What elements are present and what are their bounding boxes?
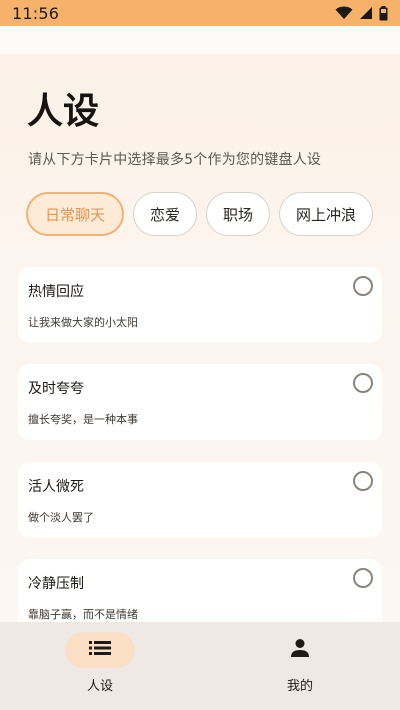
chip-surfing[interactable]: 网上冲浪 bbox=[279, 192, 374, 236]
top-strip bbox=[0, 26, 400, 54]
radio-button[interactable] bbox=[353, 568, 373, 588]
signal-icon bbox=[359, 6, 373, 20]
card-title: 活人微死 bbox=[28, 479, 84, 495]
card-desc: 让我来做大家的小太阳 bbox=[28, 316, 138, 329]
card-desc: 靠脑子赢，而不是情绪 bbox=[28, 608, 138, 621]
persona-card[interactable]: 活人微死 做个淡人罢了 bbox=[18, 462, 382, 538]
battery-icon bbox=[379, 5, 388, 21]
nav-item-persona[interactable]: 人设 bbox=[0, 632, 200, 702]
chip-romance[interactable]: 恋爱 bbox=[133, 192, 198, 236]
nav-pill bbox=[265, 632, 335, 668]
page-title: 人设 bbox=[27, 91, 100, 132]
card-desc: 做个淡人罢了 bbox=[28, 511, 94, 524]
card-title: 热情回应 bbox=[28, 284, 84, 300]
persona-card[interactable]: 冷静压制 靠脑子赢，而不是情绪 bbox=[18, 559, 382, 622]
wifi-icon bbox=[335, 6, 353, 20]
person-icon bbox=[290, 638, 310, 662]
nav-label: 人设 bbox=[86, 679, 113, 694]
bottom-nav: 人设 我的 bbox=[0, 622, 400, 710]
category-chips: 日常聊天 恋爱 职场 网上冲浪 bbox=[26, 192, 374, 238]
status-bar: 11:56 bbox=[0, 0, 400, 26]
card-title: 及时夸夸 bbox=[28, 381, 84, 397]
persona-card[interactable]: 及时夸夸 擅长夸奖，是一种本事 bbox=[18, 364, 382, 440]
card-desc: 擅长夸奖，是一种本事 bbox=[28, 413, 138, 426]
nav-item-mine[interactable]: 我的 bbox=[200, 632, 400, 702]
list-icon bbox=[89, 640, 111, 660]
radio-button[interactable] bbox=[353, 471, 373, 491]
radio-button[interactable] bbox=[353, 373, 373, 393]
card-title: 冷静压制 bbox=[28, 576, 84, 592]
page-subtitle: 请从下方卡片中选择最多5个作为您的键盘人设 bbox=[28, 152, 322, 168]
radio-button[interactable] bbox=[353, 276, 373, 296]
chip-workplace[interactable]: 职场 bbox=[206, 192, 271, 236]
status-icons bbox=[335, 5, 388, 21]
nav-label: 我的 bbox=[286, 679, 313, 694]
persona-page: 人设 请从下方卡片中选择最多5个作为您的键盘人设 日常聊天 恋爱 职场 网上冲浪 热情… bbox=[0, 54, 400, 622]
persona-card[interactable]: 热情回应 让我来做大家的小太阳 bbox=[18, 267, 382, 343]
chip-daily-chat[interactable]: 日常聊天 bbox=[26, 192, 125, 236]
status-time: 11:56 bbox=[12, 3, 60, 23]
nav-pill bbox=[65, 632, 135, 668]
